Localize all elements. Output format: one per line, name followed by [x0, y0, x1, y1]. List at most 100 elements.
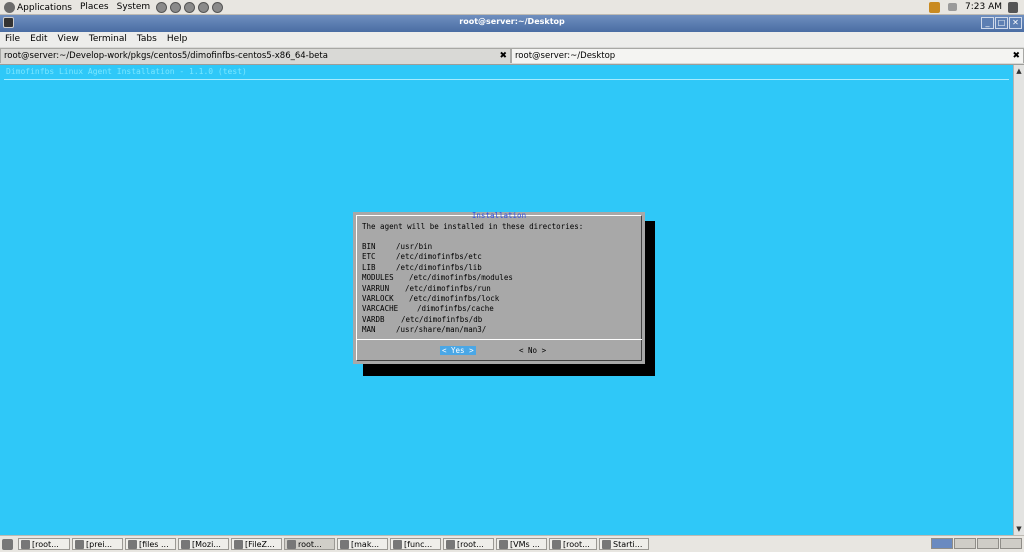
dir-name: MAN [362, 325, 376, 335]
network-status-icon[interactable] [948, 3, 957, 11]
taskbar-item[interactable]: root... [284, 538, 335, 550]
dir-name: VARCACHE [362, 304, 399, 314]
menu-edit[interactable]: Edit [25, 34, 52, 44]
dir-row: VARCACHE/dimofinfbs/cache [362, 304, 513, 314]
dir-row: VARLOCK/etc/dimofinfbs/lock [362, 294, 513, 304]
dir-row: VARDB/etc/dimofinfbs/db [362, 315, 513, 325]
taskbar-item[interactable]: [func... [390, 538, 441, 550]
window-icon [128, 540, 137, 549]
dir-path: /etc/dimofinfbs/modules [409, 273, 513, 283]
taskbar-item[interactable]: [prei... [72, 538, 123, 550]
window-icon [181, 540, 190, 549]
dialog-intro-text: The agent will be installed in these dir… [362, 222, 584, 231]
dialog-title: Installation [471, 211, 527, 220]
dir-path: /etc/dimofinfbs/db [401, 314, 483, 324]
close-window-button[interactable]: ✕ [1009, 17, 1022, 29]
tab-develop-work[interactable]: root@server:~/Develop-work/pkgs/centos5/… [0, 48, 511, 63]
workspace-switcher [931, 538, 1022, 549]
taskbar-item-label: [mak... [351, 540, 380, 549]
taskbar-item-label: Starti... [613, 540, 643, 549]
close-tab-icon[interactable]: ✖ [499, 49, 507, 64]
dir-path: /usr/share/man/man3/ [396, 325, 487, 335]
window-title: root@server:~/Desktop [459, 17, 565, 26]
window-icon [499, 540, 508, 549]
taskbar-item-label: [Mozi... [192, 540, 221, 549]
taskbar-item[interactable]: [root... [443, 538, 494, 550]
menu-help[interactable]: Help [162, 34, 193, 44]
window-icon [552, 540, 561, 549]
window-titlebar[interactable]: root@server:~/Desktop _ □ ✕ [0, 15, 1024, 32]
window-icon [393, 540, 402, 549]
taskbar-item[interactable]: [root... [549, 538, 597, 550]
taskbar-item-label: root... [298, 540, 322, 549]
update-notifier-icon[interactable] [929, 1, 940, 13]
scroll-down-icon[interactable]: ▼ [1014, 524, 1024, 534]
browser-icon[interactable] [156, 1, 168, 13]
window-icon [446, 540, 455, 549]
terminal-scrollbar[interactable]: ▲ ▼ [1013, 65, 1024, 535]
taskbar-item[interactable]: [root... [18, 538, 70, 550]
installation-dialog: Installation The agent will be installed… [353, 211, 645, 364]
no-button[interactable]: < No > [519, 346, 546, 355]
close-tab-icon[interactable]: ✖ [1012, 49, 1020, 64]
dir-path: /usr/bin [396, 242, 433, 251]
menu-terminal[interactable]: Terminal [84, 34, 132, 44]
tab-label: root@server:~/Develop-work/pkgs/centos5/… [4, 51, 328, 61]
minimize-button[interactable]: _ [981, 17, 994, 29]
show-desktop-icon[interactable] [2, 539, 13, 550]
applications-menu[interactable]: Applications [0, 1, 76, 13]
network-icon[interactable] [212, 1, 224, 13]
window-controls: _ □ ✕ [981, 17, 1022, 29]
taskbar-item-label: [root... [563, 540, 590, 549]
taskbar-item[interactable]: [mak... [337, 538, 388, 550]
places-menu[interactable]: Places [76, 2, 113, 12]
workspace-3[interactable] [977, 538, 999, 549]
header-divider [4, 79, 1009, 80]
maximize-button[interactable]: □ [995, 17, 1008, 29]
yes-button[interactable]: < Yes > [440, 346, 476, 355]
dir-path: /dimofinfbs/cache [417, 304, 494, 314]
dir-name: VARRUN [362, 283, 390, 293]
dir-row: MODULES/etc/dimofinfbs/modules [362, 273, 513, 283]
tab-desktop[interactable]: root@server:~/Desktop ✖ [511, 48, 1024, 63]
dir-row: VARRUN/etc/dimofinfbs/run [362, 284, 513, 294]
workspace-4[interactable] [1000, 538, 1022, 549]
clock[interactable]: 7:23 AM [965, 2, 1002, 12]
menubar: File Edit View Terminal Tabs Help [0, 32, 1024, 46]
edit-icon[interactable] [184, 1, 196, 13]
taskbar-item[interactable]: [FileZ... [231, 538, 282, 550]
window-icon [287, 540, 296, 549]
directory-list: BIN/usr/bin ETC/etc/dimofinfbs/etc LIB/e… [362, 242, 513, 336]
dialog-separator [356, 339, 642, 340]
taskbar-item[interactable]: [files ... [125, 538, 176, 550]
top-panel: Applications Places System 7:23 AM [0, 0, 1024, 15]
menu-file[interactable]: File [0, 34, 25, 44]
scroll-up-icon[interactable]: ▲ [1014, 66, 1024, 76]
taskbar-item[interactable]: [VMs ... [496, 538, 547, 550]
window-icon [234, 540, 243, 549]
dir-path: /etc/dimofinfbs/etc [396, 252, 482, 262]
menu-view[interactable]: View [53, 34, 84, 44]
applications-menu-label: Applications [17, 2, 72, 13]
dir-name: VARLOCK [362, 294, 394, 304]
taskbar-item-label: [root... [457, 540, 484, 549]
dir-path: /etc/dimofinfbs/run [405, 283, 491, 293]
bottom-taskbar: [root... [prei... [files ... [Mozi... [FileZ… [0, 535, 1024, 552]
dir-row: ETC/etc/dimofinfbs/etc [362, 252, 513, 262]
dir-row: LIB/etc/dimofinfbs/lib [362, 263, 513, 273]
menu-tabs[interactable]: Tabs [132, 34, 162, 44]
dir-row: BIN/usr/bin [362, 242, 513, 252]
dir-name: LIB [362, 262, 376, 272]
mail-icon[interactable] [170, 1, 182, 13]
workspace-2[interactable] [954, 538, 976, 549]
dir-row: MAN/usr/share/man/man3/ [362, 325, 513, 335]
system-menu[interactable]: System [113, 2, 155, 12]
screenshot-icon[interactable] [198, 1, 210, 13]
window-icon [21, 540, 30, 549]
taskbar-item[interactable]: [Mozi... [178, 538, 229, 550]
volume-icon[interactable] [1008, 1, 1018, 13]
taskbar-item-label: [prei... [86, 540, 113, 549]
taskbar-item[interactable]: Starti... [599, 538, 649, 550]
workspace-1[interactable] [931, 538, 953, 549]
taskbar-item-label: [func... [404, 540, 433, 549]
